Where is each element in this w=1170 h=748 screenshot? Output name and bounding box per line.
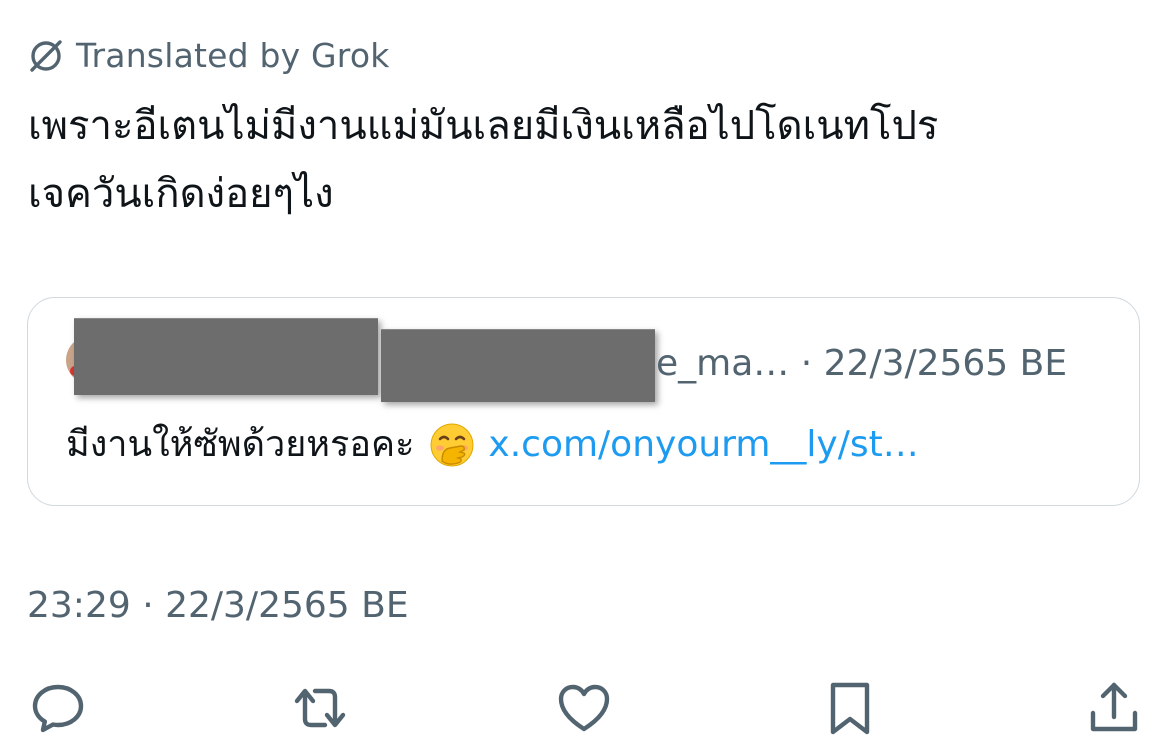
translate-slash-icon bbox=[26, 35, 66, 75]
quoted-tweet-body: มีงานให้ซัพด้วยหรอคะ x.com/onyourm__ly/s… bbox=[66, 420, 919, 470]
tweet-actions-bar bbox=[0, 676, 1170, 740]
timestamp-separator: · bbox=[130, 585, 166, 626]
translated-by-grok[interactable]: Translated by Grok bbox=[26, 33, 390, 77]
face-with-hand-over-mouth-icon bbox=[428, 421, 476, 469]
redacted-name-box bbox=[74, 318, 378, 395]
tweet-text-line-1: เพราะอีเตนไม่มีงานแม่มันเลยมีเงินเหลือไป… bbox=[28, 103, 939, 149]
bookmark-icon bbox=[830, 682, 870, 735]
share-button[interactable] bbox=[1082, 676, 1146, 740]
reply-icon bbox=[32, 684, 84, 733]
tweet-time: 23:29 bbox=[27, 585, 131, 626]
quoted-tweet-text: มีงานให้ซัพด้วยหรอคะ bbox=[66, 424, 415, 465]
redacted-handle-box bbox=[381, 329, 655, 402]
quoted-tweet-meta: e_ma… · 22/3/2565 BE bbox=[656, 342, 1067, 386]
quoted-tweet-link[interactable]: x.com/onyourm__ly/st… bbox=[488, 420, 918, 470]
repost-icon bbox=[294, 688, 346, 728]
tweet-text-line-2: เจควันเกิดง่อยๆไง bbox=[28, 171, 334, 217]
repost-button[interactable] bbox=[288, 676, 352, 740]
quoted-handle-fragment: e_ma… bbox=[656, 343, 790, 384]
bookmark-button[interactable] bbox=[818, 676, 882, 740]
quoted-meta-separator: · bbox=[789, 343, 824, 384]
translated-label: Translated by Grok bbox=[76, 35, 390, 75]
tweet-date: 22/3/2565 BE bbox=[165, 585, 409, 626]
quoted-tweet-date: 22/3/2565 BE bbox=[823, 343, 1068, 384]
quoted-tweet-card[interactable]: e_ma… · 22/3/2565 BE มีงานให้ซัพด้วยหรอค… bbox=[27, 297, 1140, 506]
heart-icon bbox=[558, 684, 610, 732]
reply-button[interactable] bbox=[26, 676, 90, 740]
like-button[interactable] bbox=[552, 676, 616, 740]
share-icon bbox=[1090, 682, 1138, 732]
tweet-timestamp[interactable]: 23:29 · 22/3/2565 BE bbox=[27, 583, 409, 629]
tweet-text: เพราะอีเตนไม่มีงานแม่มันเลยมีเงินเหลือไป… bbox=[28, 92, 1138, 228]
